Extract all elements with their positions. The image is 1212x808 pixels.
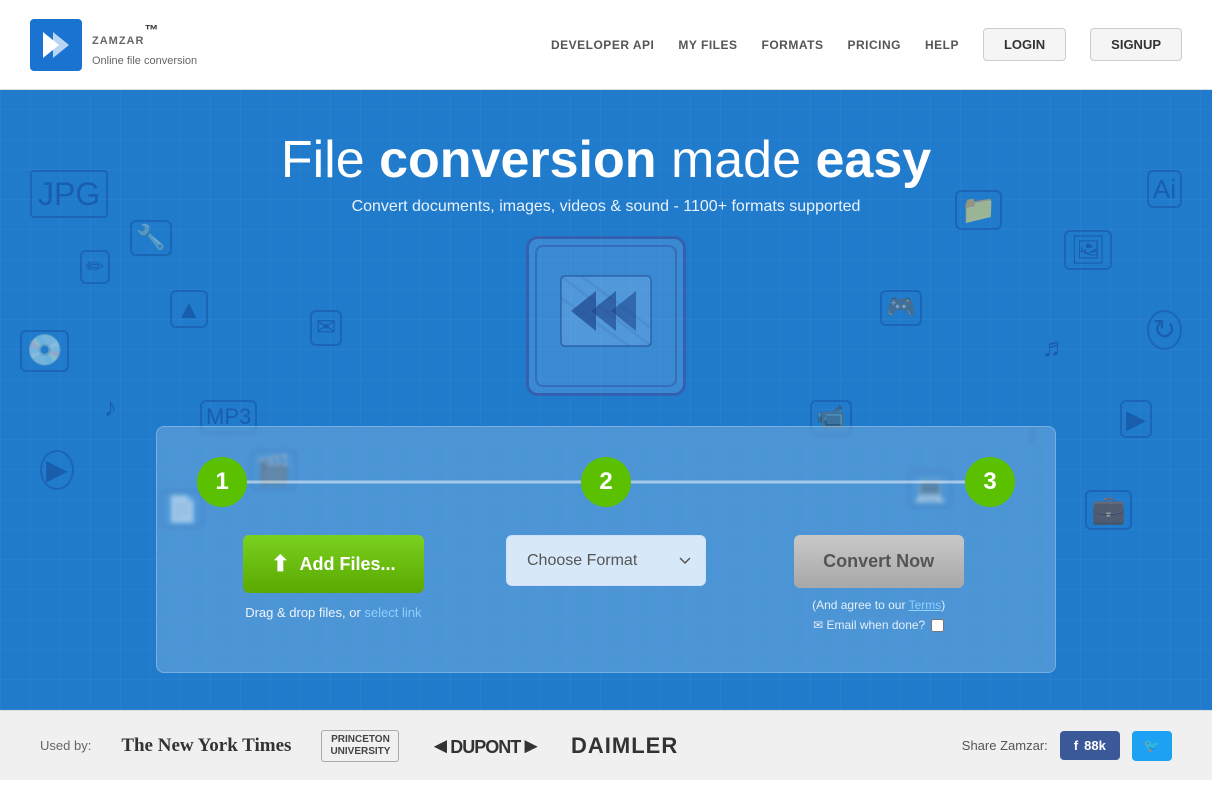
doodle-image: 🖼 xyxy=(1064,230,1112,270)
logo-icon xyxy=(30,19,82,71)
doodle-folder: 📁 xyxy=(955,190,1002,230)
brand-dupont: ◄DUPONT► xyxy=(429,733,541,759)
nav-developer-api[interactable]: DEVELOPER API xyxy=(551,38,654,52)
title-bold1: conversion xyxy=(379,131,656,189)
brand-nyt: The New York Times xyxy=(121,735,291,757)
share-label: Share Zamzar: xyxy=(962,738,1048,753)
step3-col: Convert Now (And agree to our Terms) ✉ E… xyxy=(742,535,1015,632)
doodle-arrow1: ▲ xyxy=(170,290,208,328)
email-label: ✉ Email when done? xyxy=(813,618,925,632)
step-circle-1: 1 xyxy=(197,457,247,507)
used-by-section: Used by: The New York Times PRINCETON UN… xyxy=(40,730,678,762)
play-arrows-icon xyxy=(556,271,656,362)
doodle-game: 🎮 xyxy=(880,290,922,326)
steps-row: 1 2 3 xyxy=(197,457,1015,507)
terms-link[interactable]: Terms xyxy=(909,598,942,612)
step1-col: ⬆ Add Files... Drag & drop files, or sel… xyxy=(197,535,470,620)
select-link[interactable]: select link xyxy=(364,605,421,620)
header: ZAMZAR™ Online file conversion DEVELOPER… xyxy=(0,0,1212,90)
signup-button[interactable]: SIGNUP xyxy=(1090,28,1182,61)
step-circle-3: 3 xyxy=(965,457,1015,507)
doodle-wrench: 🔧 xyxy=(130,220,172,256)
upload-icon: ⬆ xyxy=(271,551,289,577)
hero-subtitle: Convert documents, images, videos & soun… xyxy=(281,198,931,216)
facebook-icon: f xyxy=(1074,738,1078,753)
login-button[interactable]: LOGIN xyxy=(983,28,1066,61)
logo-subtitle: Online file conversion xyxy=(92,55,197,67)
actions-row: ⬆ Add Files... Drag & drop files, or sel… xyxy=(197,535,1015,632)
nav-help[interactable]: HELP xyxy=(925,38,959,52)
center-logo-box xyxy=(526,236,686,396)
share-area: Share Zamzar: f 88k 🐦 xyxy=(962,731,1172,761)
choose-format-select[interactable]: Choose Format PDF MP4 JPG MP3 xyxy=(506,535,706,586)
twitter-share-button[interactable]: 🐦 xyxy=(1132,731,1172,761)
drag-drop-static: Drag & drop files, or xyxy=(245,605,364,620)
doodle-refresh: ↻ xyxy=(1147,310,1182,350)
doodle-play1: ▶ xyxy=(40,450,74,490)
title-plain2: made xyxy=(657,131,816,189)
facebook-share-button[interactable]: f 88k xyxy=(1060,731,1120,760)
add-files-label: Add Files... xyxy=(300,554,396,575)
brand-princeton: PRINCETON UNIVERSITY xyxy=(321,730,399,762)
brand-daimler: DAIMLER xyxy=(571,733,678,759)
doodle-briefcase: 💼 xyxy=(1085,490,1132,530)
doodle-music: ♪ xyxy=(100,390,121,424)
nav-my-files[interactable]: MY FILES xyxy=(678,38,737,52)
princeton-line2: UNIVERSITY xyxy=(330,746,390,758)
nav-formats[interactable]: FORMATS xyxy=(762,38,824,52)
terms-suffix: ) xyxy=(941,598,945,612)
logo-name: ZAMZAR xyxy=(92,35,144,47)
convert-panel: 1 2 3 ⬆ Add Files... Drag & drop files, … xyxy=(156,426,1056,673)
title-bold2: easy xyxy=(815,131,931,189)
doodle-ai: Ai xyxy=(1147,170,1182,208)
hero-section: JPG ✏ 💿 ♪ ▶ 🔧 ▲ MP3 🎬 ✉ 📄 Ai 🖼 ↻ ♬ ▶ ♪ 💼… xyxy=(0,90,1212,710)
doodle-music2: ♬ xyxy=(1038,330,1072,364)
twitter-icon: 🐦 xyxy=(1144,738,1160,753)
princeton-line1: PRINCETON xyxy=(331,734,390,746)
logo-tm: ™ xyxy=(144,21,159,37)
convert-now-button[interactable]: Convert Now xyxy=(794,535,964,588)
logo-text: ZAMZAR™ Online file conversion xyxy=(92,20,197,69)
used-by-label: Used by: xyxy=(40,738,91,753)
terms-text: (And agree to our Terms) xyxy=(812,598,945,612)
footer: Used by: The New York Times PRINCETON UN… xyxy=(0,710,1212,780)
facebook-count: 88k xyxy=(1084,738,1106,753)
terms-prefix: (And agree to our xyxy=(812,598,909,612)
doodle-envelope: ✉ xyxy=(310,310,342,346)
doodle-pencil: ✏ xyxy=(80,250,110,284)
drag-drop-text: Drag & drop files, or select link xyxy=(245,605,421,620)
doodle-play2: ▶ xyxy=(1120,400,1152,438)
nav: DEVELOPER API MY FILES FORMATS PRICING H… xyxy=(551,28,1182,61)
hero-title: File conversion made easy Convert docume… xyxy=(281,130,931,216)
title-plain: File xyxy=(281,131,379,189)
nav-pricing[interactable]: PRICING xyxy=(847,38,901,52)
logo-area: ZAMZAR™ Online file conversion xyxy=(30,19,197,71)
step-circle-2: 2 xyxy=(581,457,631,507)
doodle-jpg: JPG xyxy=(30,170,108,218)
step2-col: Choose Format PDF MP4 JPG MP3 xyxy=(470,535,743,586)
add-files-button[interactable]: ⬆ Add Files... xyxy=(243,535,423,593)
email-checkbox[interactable] xyxy=(931,619,944,632)
email-row: ✉ Email when done? xyxy=(813,618,944,632)
doodle-cd: 💿 xyxy=(20,330,69,372)
